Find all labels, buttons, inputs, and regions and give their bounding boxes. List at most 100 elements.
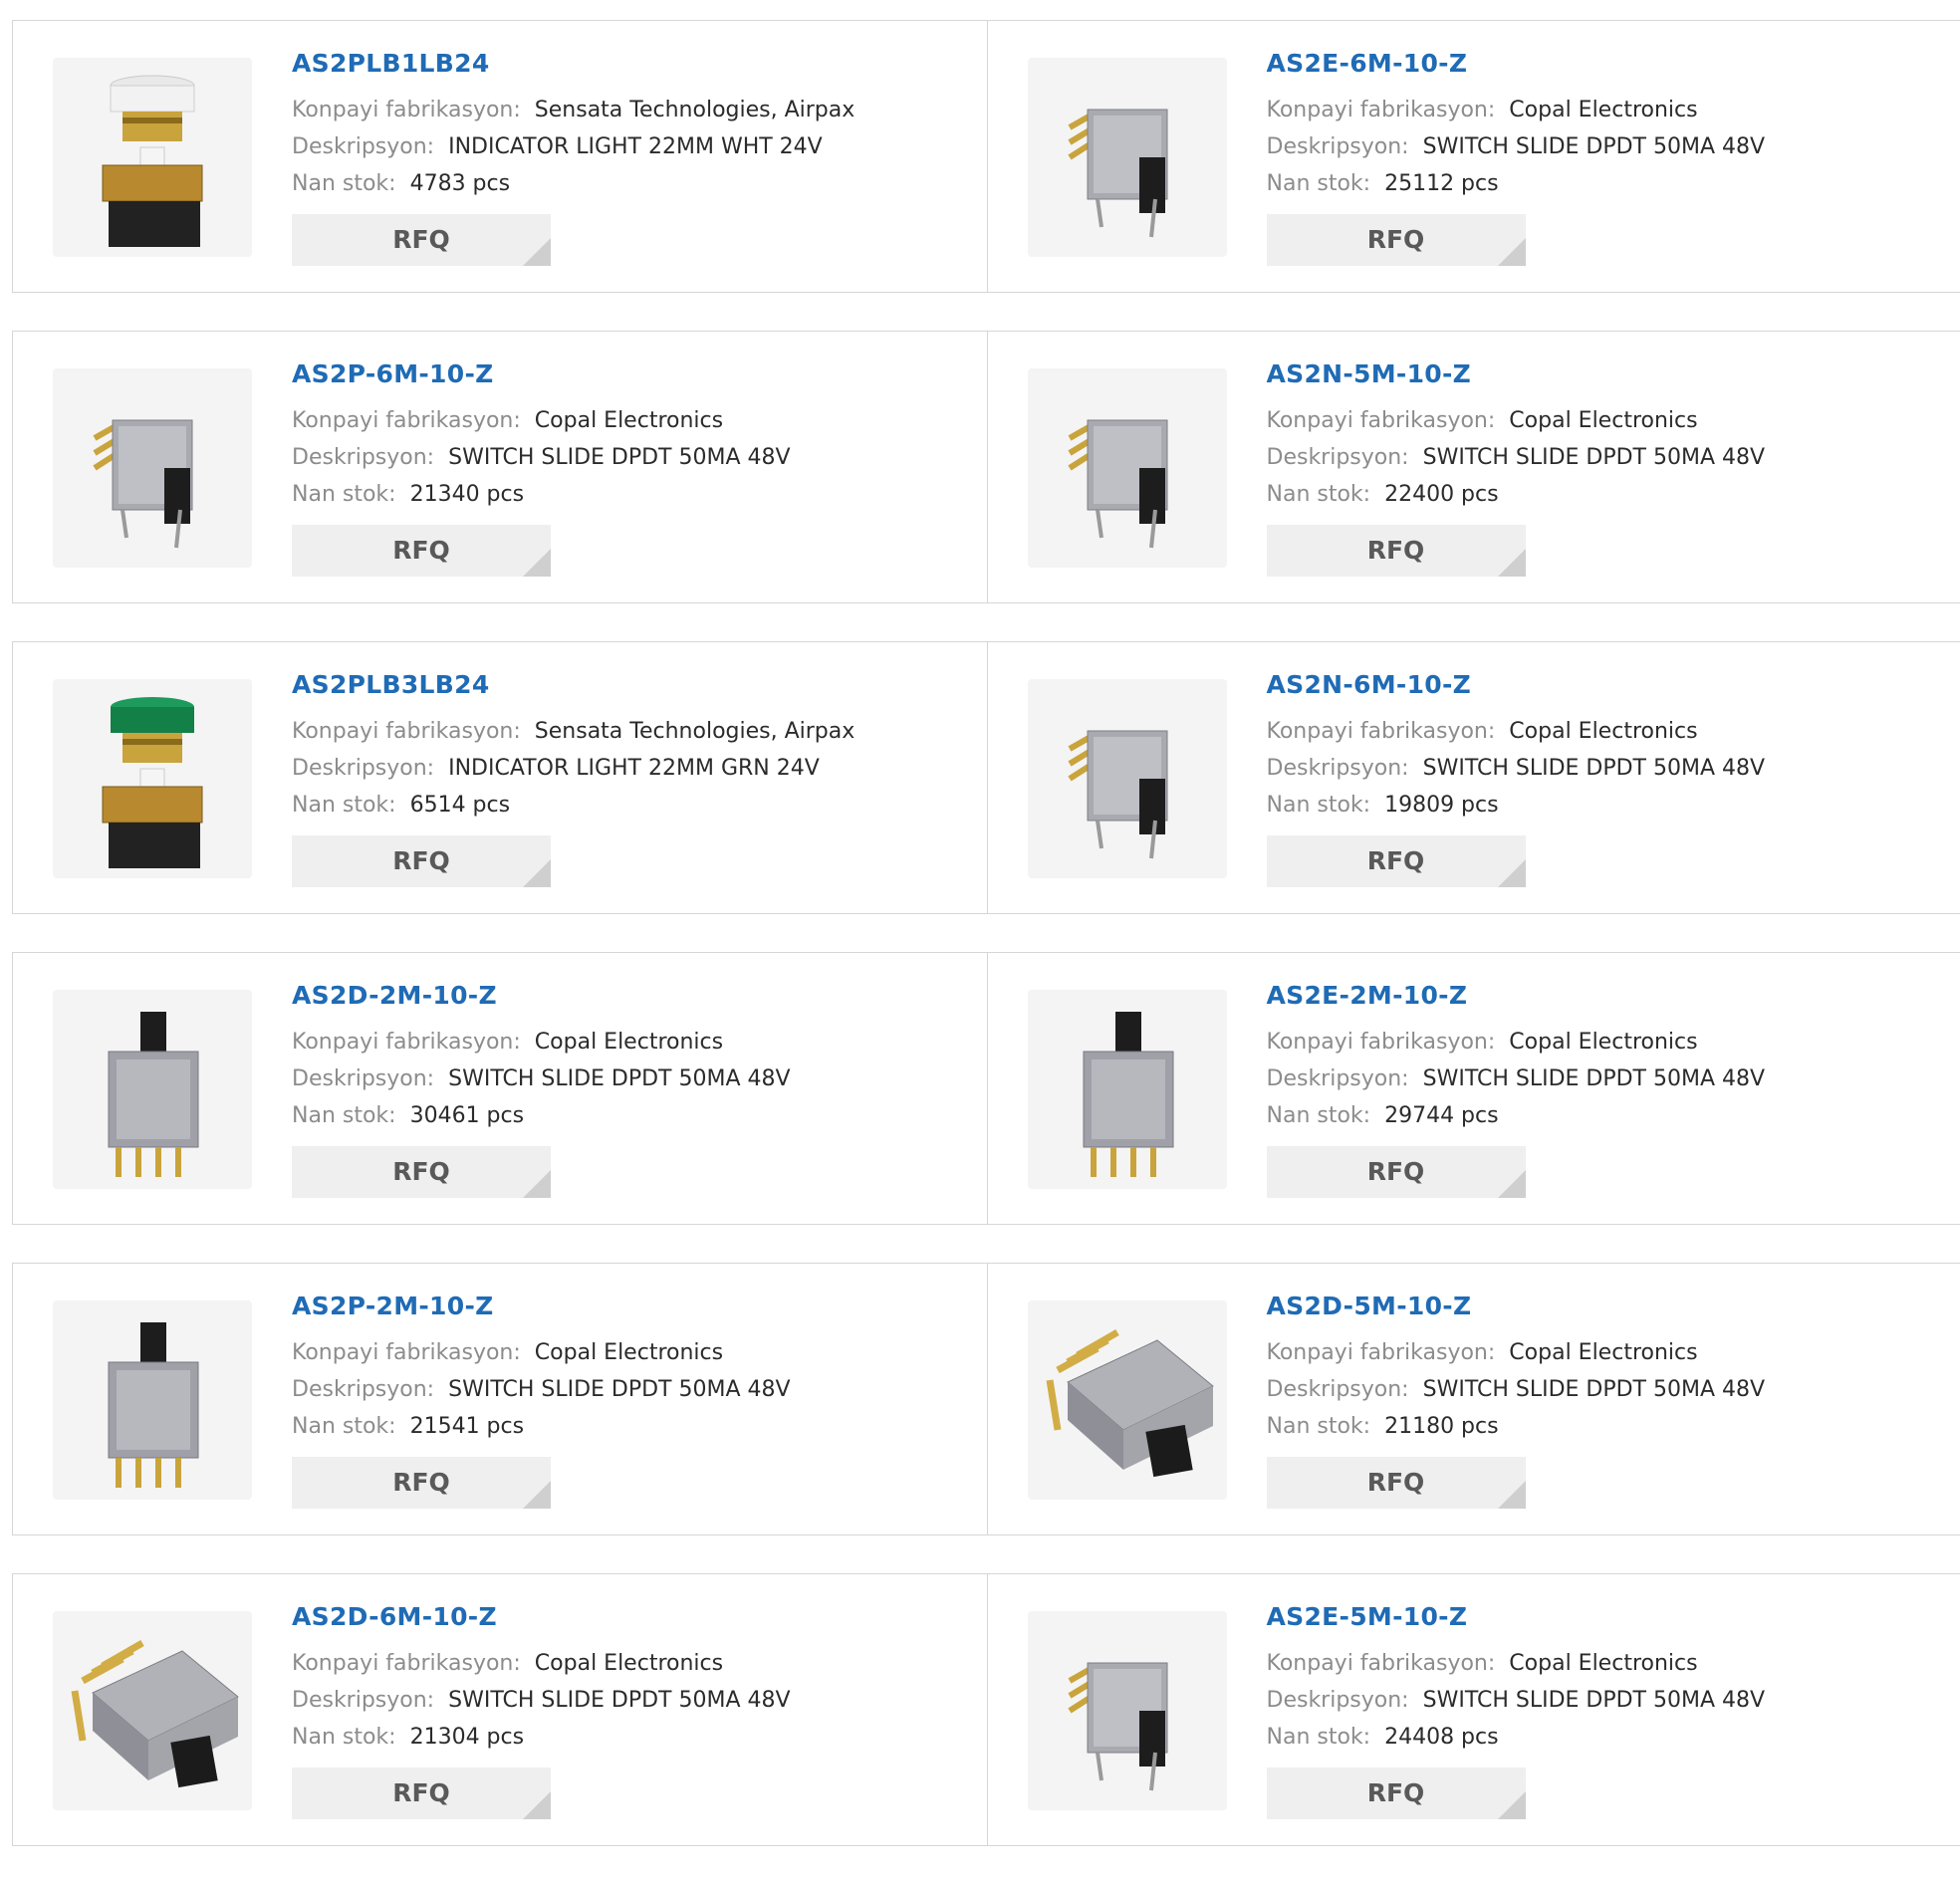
stock-label: Nan stok: bbox=[292, 793, 396, 818]
stock-row: Nan stok:21304 pcs bbox=[292, 1719, 967, 1756]
product-image[interactable] bbox=[1028, 1611, 1227, 1810]
description-value: SWITCH SLIDE DPDT 50MA 48V bbox=[448, 1066, 790, 1091]
manufacturer-value: Copal Electronics bbox=[1509, 719, 1697, 744]
stock-row: Nan stok:21180 pcs bbox=[1267, 1408, 1941, 1445]
product-image[interactable] bbox=[1028, 368, 1227, 568]
description-value: SWITCH SLIDE DPDT 50MA 48V bbox=[448, 445, 790, 470]
manufacturer-label: Konpayi fabrikasyon: bbox=[1267, 98, 1496, 122]
stock-value: 25112 pcs bbox=[1384, 171, 1499, 196]
part-number-link[interactable]: AS2P-2M-10-Z bbox=[292, 1292, 494, 1320]
manufacturer-label: Konpayi fabrikasyon: bbox=[292, 719, 521, 744]
rfq-corner-decoration bbox=[523, 238, 551, 266]
manufacturer-label: Konpayi fabrikasyon: bbox=[1267, 1030, 1496, 1055]
description-label: Deskripsyon: bbox=[292, 1377, 434, 1402]
slide-switch-vertical-image bbox=[53, 990, 252, 1189]
product-image[interactable] bbox=[53, 679, 252, 878]
description-row: Deskripsyon:SWITCH SLIDE DPDT 50MA 48V bbox=[292, 1682, 967, 1719]
rfq-button[interactable]: RFQ bbox=[1267, 214, 1526, 266]
product-row: AS2PLB3LB24 Konpayi fabrikasyon:Sensata … bbox=[12, 641, 1960, 914]
description-row: Deskripsyon:INDICATOR LIGHT 22MM GRN 24V bbox=[292, 750, 967, 787]
part-number-link[interactable]: AS2D-5M-10-Z bbox=[1267, 1292, 1472, 1320]
rfq-button[interactable]: RFQ bbox=[1267, 525, 1526, 577]
description-value: SWITCH SLIDE DPDT 50MA 48V bbox=[1423, 1688, 1765, 1713]
product-info: AS2PLB1LB24 Konpayi fabrikasyon:Sensata … bbox=[292, 49, 967, 266]
stock-value: 6514 pcs bbox=[410, 793, 511, 818]
product-image[interactable] bbox=[53, 58, 252, 257]
stock-row: Nan stok:22400 pcs bbox=[1267, 476, 1941, 513]
manufacturer-label: Konpayi fabrikasyon: bbox=[292, 98, 521, 122]
product-card: AS2E-6M-10-Z Konpayi fabrikasyon:Copal E… bbox=[987, 21, 1960, 292]
part-number-link[interactable]: AS2P-6M-10-Z bbox=[292, 359, 494, 388]
rfq-button[interactable]: RFQ bbox=[1267, 1457, 1526, 1509]
stock-label: Nan stok: bbox=[1267, 793, 1371, 818]
part-number-link[interactable]: AS2E-2M-10-Z bbox=[1267, 981, 1468, 1010]
product-image[interactable] bbox=[1028, 679, 1227, 878]
stock-label: Nan stok: bbox=[1267, 1103, 1371, 1128]
part-number-link[interactable]: AS2N-6M-10-Z bbox=[1267, 670, 1472, 699]
description-row: Deskripsyon:SWITCH SLIDE DPDT 50MA 48V bbox=[1267, 439, 1941, 476]
rfq-button[interactable]: RFQ bbox=[292, 525, 551, 577]
rfq-button[interactable]: RFQ bbox=[292, 835, 551, 887]
part-number-link[interactable]: AS2PLB1LB24 bbox=[292, 49, 490, 78]
rfq-label: RFQ bbox=[392, 536, 450, 565]
manufacturer-row: Konpayi fabrikasyon:Copal Electronics bbox=[292, 1334, 967, 1371]
product-row: AS2P-6M-10-Z Konpayi fabrikasyon:Copal E… bbox=[12, 331, 1960, 603]
stock-label: Nan stok: bbox=[292, 482, 396, 507]
description-value: SWITCH SLIDE DPDT 50MA 48V bbox=[1423, 1066, 1765, 1091]
product-row: AS2P-2M-10-Z Konpayi fabrikasyon:Copal E… bbox=[12, 1263, 1960, 1535]
stock-row: Nan stok:29744 pcs bbox=[1267, 1097, 1941, 1134]
rfq-corner-decoration bbox=[523, 859, 551, 887]
rfq-button[interactable]: RFQ bbox=[1267, 835, 1526, 887]
part-number-link[interactable]: AS2E-6M-10-Z bbox=[1267, 49, 1468, 78]
product-image[interactable] bbox=[53, 1300, 252, 1500]
rfq-corner-decoration bbox=[523, 1170, 551, 1198]
product-image[interactable] bbox=[1028, 58, 1227, 257]
rfq-button[interactable]: RFQ bbox=[292, 1767, 551, 1819]
manufacturer-row: Konpayi fabrikasyon:Copal Electronics bbox=[1267, 402, 1941, 439]
part-number-link[interactable]: AS2PLB3LB24 bbox=[292, 670, 490, 699]
description-label: Deskripsyon: bbox=[1267, 1377, 1409, 1402]
rfq-button[interactable]: RFQ bbox=[292, 214, 551, 266]
rfq-button[interactable]: RFQ bbox=[292, 1457, 551, 1509]
stock-value: 21304 pcs bbox=[410, 1725, 525, 1750]
product-image[interactable] bbox=[1028, 990, 1227, 1189]
product-image[interactable] bbox=[53, 368, 252, 568]
manufacturer-row: Konpayi fabrikasyon:Copal Electronics bbox=[1267, 92, 1941, 128]
product-info: AS2D-5M-10-Z Konpayi fabrikasyon:Copal E… bbox=[1267, 1292, 1941, 1509]
product-image[interactable] bbox=[53, 990, 252, 1189]
product-info: AS2E-6M-10-Z Konpayi fabrikasyon:Copal E… bbox=[1267, 49, 1941, 266]
stock-value: 30461 pcs bbox=[410, 1103, 525, 1128]
manufacturer-value: Copal Electronics bbox=[1509, 1340, 1697, 1365]
stock-label: Nan stok: bbox=[292, 1103, 396, 1128]
rfq-corner-decoration bbox=[1498, 859, 1526, 887]
part-number-link[interactable]: AS2D-6M-10-Z bbox=[292, 1602, 497, 1631]
product-image[interactable] bbox=[53, 1611, 252, 1810]
manufacturer-value: Copal Electronics bbox=[1509, 408, 1697, 433]
product-row: AS2D-6M-10-Z Konpayi fabrikasyon:Copal E… bbox=[12, 1573, 1960, 1846]
description-row: Deskripsyon:SWITCH SLIDE DPDT 50MA 48V bbox=[1267, 1371, 1941, 1408]
rfq-button[interactable]: RFQ bbox=[1267, 1767, 1526, 1819]
description-row: Deskripsyon:SWITCH SLIDE DPDT 50MA 48V bbox=[1267, 1060, 1941, 1097]
manufacturer-row: Konpayi fabrikasyon:Copal Electronics bbox=[1267, 713, 1941, 750]
description-row: Deskripsyon:INDICATOR LIGHT 22MM WHT 24V bbox=[292, 128, 967, 165]
description-row: Deskripsyon:SWITCH SLIDE DPDT 50MA 48V bbox=[1267, 1682, 1941, 1719]
rfq-button[interactable]: RFQ bbox=[292, 1146, 551, 1198]
stock-value: 21180 pcs bbox=[1384, 1414, 1499, 1439]
product-card: AS2E-2M-10-Z Konpayi fabrikasyon: Copal E… bbox=[987, 953, 1960, 1224]
part-number-link[interactable]: AS2D-2M-10-Z bbox=[292, 981, 497, 1010]
rfq-label: RFQ bbox=[392, 1157, 450, 1186]
manufacturer-label: Konpayi fabrikasyon: bbox=[292, 1340, 521, 1365]
part-number-link[interactable]: AS2E-5M-10-Z bbox=[1267, 1602, 1468, 1631]
product-info: AS2D-6M-10-Z Konpayi fabrikasyon:Copal E… bbox=[292, 1602, 967, 1819]
stock-row: Nan stok: 6514 pcs bbox=[292, 787, 967, 824]
stock-value: 21541 pcs bbox=[410, 1414, 525, 1439]
manufacturer-value: Copal Electronics bbox=[1509, 1030, 1697, 1055]
product-card: AS2N-6M-10-Z Konpayi fabrikasyon:Copal E… bbox=[987, 642, 1960, 913]
part-number-link[interactable]: AS2N-5M-10-Z bbox=[1267, 359, 1472, 388]
rfq-button[interactable]: RFQ bbox=[1267, 1146, 1526, 1198]
slide-switch-right-angle-image bbox=[1028, 58, 1227, 257]
description-value: SWITCH SLIDE DPDT 50MA 48V bbox=[448, 1377, 790, 1402]
rfq-corner-decoration bbox=[1498, 1791, 1526, 1819]
stock-label: Nan stok: bbox=[292, 1414, 396, 1439]
product-image[interactable] bbox=[1028, 1300, 1227, 1500]
